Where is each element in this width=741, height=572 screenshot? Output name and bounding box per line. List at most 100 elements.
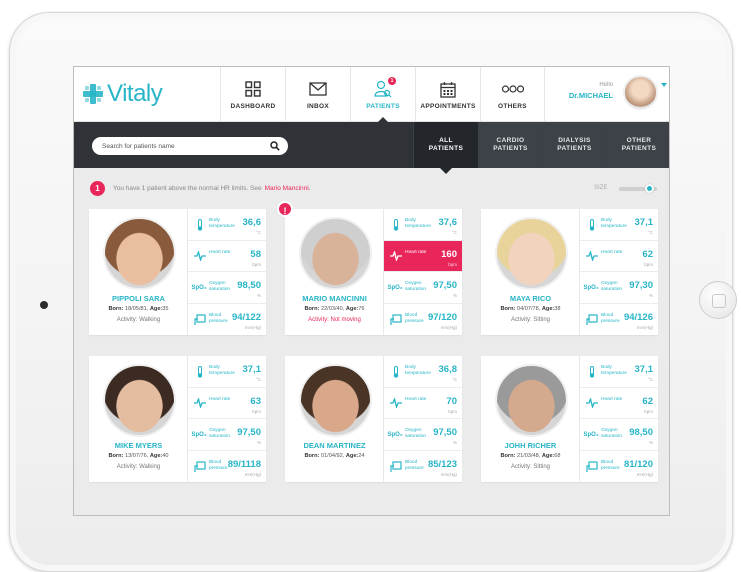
vital-temp[interactable]: Body temperature 37,1 °C xyxy=(188,356,266,388)
hr-alert-banner: 1 You have 1 patient above the normal HR… xyxy=(90,179,311,197)
vital-value: 37,1 xyxy=(634,364,654,375)
nav-label: APPOINTMENTS xyxy=(420,103,476,110)
vital-value: 97,30 xyxy=(629,280,653,291)
vital-value: 58 xyxy=(250,248,261,260)
patient-photo[interactable] xyxy=(103,364,176,437)
nav-label: PATIENTS xyxy=(366,103,400,110)
vital-label: Oxygen saturation xyxy=(405,428,427,439)
nav-patients[interactable]: 1 PATIENTS xyxy=(350,67,415,123)
tab-dialysis-patients[interactable]: DIALYSIS PATIENTS xyxy=(542,122,606,168)
search-input[interactable] xyxy=(102,140,262,152)
patient-card[interactable]: DEAN MARTINEZ Born: 01/04/92, Age:24 Body … xyxy=(285,356,462,482)
patient-photo[interactable] xyxy=(299,217,372,290)
tab-all-patients[interactable]: ALL PATIENTS xyxy=(413,122,478,174)
vital-temp[interactable]: Body temperature 36,8 °C xyxy=(384,356,462,388)
vital-heart[interactable]: Heart rate 62 bpm xyxy=(580,241,658,272)
nav-inbox[interactable]: INBOX xyxy=(285,67,350,122)
vital-oxygen[interactable]: SpO₂ Oxygen saturation 97,50% xyxy=(384,272,462,304)
patient-name[interactable]: PIPPOLI SARA xyxy=(89,294,188,303)
greeting: Hello xyxy=(599,82,613,88)
patient-card[interactable]: MIKE MYERS Born: 13/07/76, Age:40 Activity… xyxy=(89,356,266,482)
patient-alert-icon[interactable]: ! xyxy=(277,201,293,217)
vital-pressure[interactable]: Blood pressure 94/122 mm(Hg) xyxy=(188,304,266,336)
vital-label: Body temperature xyxy=(405,218,431,229)
vital-temp[interactable]: Body temperature 37,1 °C xyxy=(580,356,658,388)
chevron-down-icon[interactable] xyxy=(661,83,667,87)
vital-unit: % xyxy=(648,440,653,445)
nav-appointments[interactable]: APPOINTMENTS xyxy=(415,67,480,122)
vital-signs: Body temperature 36,6 °C Heart rate 58 bpm SpO… xyxy=(188,209,266,335)
blood-pressure-icon xyxy=(194,460,206,473)
patient-photo[interactable] xyxy=(495,217,568,290)
tab-label-line1: OTHER xyxy=(626,137,652,144)
nav-dashboard[interactable]: DASHBOARD xyxy=(220,67,285,122)
vital-oxygen[interactable]: SpO₂ Oxygen saturation 97,30% xyxy=(580,272,658,304)
patient-card[interactable]: MARIO MANCINNI Born: 22/03/40, Age:76 Acti… xyxy=(285,209,462,335)
patient-photo[interactable] xyxy=(103,217,176,290)
patient-name[interactable]: MAYA RICO xyxy=(481,294,580,303)
age-value: 76 xyxy=(358,306,365,312)
tab-label-line1: ALL xyxy=(439,137,453,144)
patient-name[interactable]: MIKE MYERS xyxy=(89,441,188,450)
vital-pressure[interactable]: Blood pressure 97/120 mm(Hg) xyxy=(384,304,462,336)
app-name: Vitaly xyxy=(107,80,163,107)
patient-card[interactable]: PIPPOLI SARA Born: 18/05/81, Age:35 Activi… xyxy=(89,209,266,335)
vital-unit: % xyxy=(256,293,261,298)
search-icon[interactable] xyxy=(270,141,280,151)
vital-heart[interactable]: Heart rate 62 bpm xyxy=(580,388,658,419)
vital-oxygen[interactable]: SpO₂ Oxygen saturation 98,50% xyxy=(580,419,658,451)
alert-patient-link[interactable]: Mario Mancinni. xyxy=(265,185,311,192)
tab-other-patients[interactable]: OTHER PATIENTS xyxy=(606,122,669,168)
thermometer-icon xyxy=(390,366,402,378)
vital-temp[interactable]: Body temperature 37,6 °C xyxy=(384,209,462,241)
tab-label-line1: CARDIO xyxy=(496,137,525,144)
patient-birth-age: Born: 21/03/48, Age:68 xyxy=(481,453,580,459)
vital-value: 97,50 xyxy=(433,280,457,291)
patient-activity: Activity: Not moving xyxy=(308,317,361,323)
vital-heart[interactable]: Heart rate 63 bpm xyxy=(188,388,266,419)
patient-name[interactable]: JOHH RICHER xyxy=(481,441,580,450)
vital-pressure[interactable]: Blood pressure 89/1118 mm(Hg) xyxy=(188,451,266,483)
patient-card[interactable]: JOHH RICHER Born: 21/03/48, Age:68 Activit… xyxy=(481,356,658,482)
nav-others[interactable]: OTHERS xyxy=(480,67,544,122)
vital-value: 97/120 xyxy=(427,311,457,323)
user-menu[interactable]: Hello Dr.MICHAEL xyxy=(544,67,669,122)
vital-heart[interactable]: Heart rate 70 bpm xyxy=(384,388,462,419)
vital-temp[interactable]: Body temperature 37,1 °C xyxy=(580,209,658,241)
vital-pressure[interactable]: Blood pressure 81/120 mm(Hg) xyxy=(580,451,658,483)
vital-oxygen[interactable]: SpO₂ Oxygen saturation 97,50% xyxy=(384,419,462,451)
patient-name[interactable]: DEAN MARTINEZ xyxy=(285,441,384,450)
born-date: 04/07/78, xyxy=(516,306,541,312)
patient-info: PIPPOLI SARA Born: 18/05/81, Age:35 Activi… xyxy=(89,209,188,335)
vital-value: 89/1118 xyxy=(227,458,261,470)
home-button[interactable] xyxy=(699,281,737,319)
vital-unit: mm(Hg) xyxy=(440,324,457,330)
vital-oxygen[interactable]: SpO₂ Oxygen saturation 97,50% xyxy=(188,419,266,451)
vital-signs: Body temperature 37,1 °C Heart rate 63 bpm SpO… xyxy=(188,356,266,482)
vital-heart[interactable]: Heart rate 160 bpm xyxy=(384,240,462,272)
vital-pressure[interactable]: Blood pressure 85/123 mm(Hg) xyxy=(384,451,462,483)
vital-pressure[interactable]: Blood pressure 94/126 mm(Hg) xyxy=(580,304,658,336)
user-avatar[interactable] xyxy=(623,75,658,110)
vital-unit: °C xyxy=(451,377,457,382)
vital-unit: °C xyxy=(255,377,261,382)
vital-value: 37,6 xyxy=(438,217,458,228)
vital-signs: Body temperature 36,8 °C Heart rate 70 bpm SpO… xyxy=(384,356,462,482)
patient-name[interactable]: MARIO MANCINNI xyxy=(285,294,384,303)
vital-label: Heart rate xyxy=(209,249,231,255)
search-box[interactable] xyxy=(92,137,288,155)
tab-cardio-patients[interactable]: CARDIO PATIENTS xyxy=(478,122,542,168)
vital-temp[interactable]: Body temperature 36,6 °C xyxy=(188,209,266,241)
vital-value: 62 xyxy=(642,395,653,407)
vital-signs: Body temperature 37,6 °C Heart rate 160 bpm Sp… xyxy=(384,209,462,335)
patient-photo[interactable] xyxy=(495,364,568,437)
app-logo[interactable]: Vitaly xyxy=(82,77,163,111)
vital-value: 160 xyxy=(441,248,457,260)
vital-oxygen[interactable]: SpO₂ Oxygen saturation 98,50% xyxy=(188,272,266,304)
patient-photo[interactable] xyxy=(299,364,372,437)
patient-card[interactable]: MAYA RICO Born: 04/07/78, Age:38 Activity:… xyxy=(481,209,658,335)
camera-icon xyxy=(40,301,48,309)
vital-heart[interactable]: Heart rate 58 bpm xyxy=(188,241,266,272)
vital-label: Heart rate xyxy=(601,249,623,255)
size-slider-handle[interactable] xyxy=(645,184,654,193)
